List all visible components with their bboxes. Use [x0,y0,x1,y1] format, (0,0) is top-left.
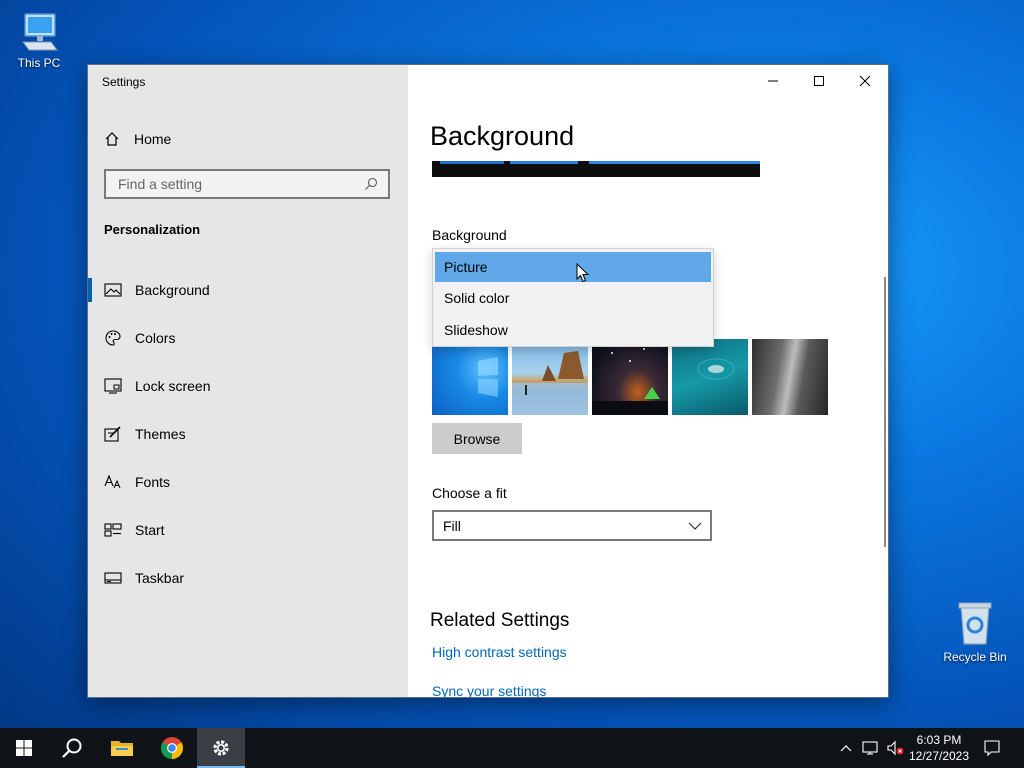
taskbar-chrome[interactable] [148,728,196,768]
related-settings-title: Related Settings [430,610,570,631]
nav-home[interactable]: Home [104,127,171,151]
taskbar-search-button[interactable] [48,728,96,768]
fit-dropdown[interactable]: Fill [432,510,712,541]
fonts-icon [104,473,122,491]
themes-brush-icon [104,425,122,443]
picture-thumbnail[interactable] [432,339,508,415]
chevron-up-icon [840,745,852,752]
taskbar: 6:03 PM 12/27/2023 [0,728,1024,768]
recent-pictures [432,339,828,415]
file-explorer-icon [111,741,133,756]
maximize-icon [814,76,824,86]
high-contrast-link[interactable]: High contrast settings [432,644,567,660]
taskbar-file-explorer[interactable] [98,728,146,768]
sidebar-item-label: Start [135,522,165,538]
sidebar-item-label: Themes [135,426,186,442]
settings-content: Background Background Picture Solid colo… [408,65,888,697]
sidebar-item-label: Colors [135,330,176,346]
sidebar-item-fonts[interactable]: Fonts [88,458,408,506]
minimize-button[interactable] [750,65,796,97]
clock-time: 6:03 PM [916,733,962,747]
start-button[interactable] [0,728,48,768]
scrollbar[interactable] [884,277,886,547]
window-controls [750,65,888,97]
find-setting-search[interactable] [104,169,390,199]
search-icon [62,738,82,758]
volume-muted-icon [887,740,904,756]
option-solid-color[interactable]: Solid color [433,282,713,314]
lock-screen-icon [104,377,122,395]
palette-icon [104,329,122,347]
sidebar-item-colors[interactable]: Colors [88,314,408,362]
recycle-bin-icon [958,602,992,645]
computer-icon [22,13,58,51]
desktop-icon-label: This PC [17,56,61,70]
show-hidden-icons[interactable] [836,728,856,768]
picture-thumbnail[interactable] [752,339,828,415]
network-icon [862,741,878,755]
background-dropdown-list[interactable]: Picture Solid color Slideshow [432,248,714,347]
notification-icon [984,740,1000,757]
action-center-button[interactable] [978,728,1006,768]
settings-icon [213,740,229,756]
picture-thumbnail[interactable] [592,339,668,415]
chrome-icon [161,737,183,759]
option-slideshow[interactable]: Slideshow [433,314,713,346]
taskbar-clock[interactable]: 6:03 PM 12/27/2023 [906,732,972,764]
sidebar-item-themes[interactable]: Themes [88,410,408,458]
background-preview [432,161,760,177]
network-tray[interactable] [860,728,882,768]
sidebar-item-start[interactable]: Start [88,506,408,554]
settings-sidebar: Settings Home Personalization Background [88,65,408,697]
sidebar-nav: Background Colors Lock screen Themes Fon… [88,266,408,602]
sidebar-item-label: Fonts [135,474,171,490]
home-icon [105,132,119,146]
minimize-icon [768,80,778,82]
start-icon [16,740,32,756]
sidebar-item-background[interactable]: Background [88,266,408,314]
close-button[interactable] [842,65,888,97]
maximize-button[interactable] [796,65,842,97]
sync-settings-link[interactable]: Sync your settings [432,683,546,697]
nav-home-label: Home [134,131,172,147]
fit-value: Fill [443,517,461,534]
desktop-icon-recycle-bin[interactable]: Recycle Bin [938,600,1012,664]
search-input[interactable] [116,175,364,193]
sidebar-item-label: Taskbar [135,570,185,586]
window-title: Settings [102,75,146,89]
picture-thumbnail[interactable] [672,339,748,415]
clock-date: 12/27/2023 [908,749,970,763]
close-icon [859,75,871,87]
start-grid-icon [104,521,122,539]
desktop-icon-this-pc[interactable]: This PC [2,10,76,70]
sidebar-item-taskbar[interactable]: Taskbar [88,554,408,602]
page-title: Background [430,121,575,151]
settings-window: Settings Home Personalization Background [88,65,888,697]
sidebar-item-label: Background [135,282,210,298]
option-picture[interactable]: Picture [435,252,711,282]
background-label: Background [432,227,507,243]
mouse-cursor-icon [576,263,590,283]
sidebar-item-label: Lock screen [135,378,211,394]
picture-thumbnail[interactable] [512,339,588,415]
section-title: Personalization [104,222,201,237]
desktop-icon-label: Recycle Bin [943,650,1007,664]
volume-tray[interactable] [884,728,906,768]
fit-label: Choose a fit [432,485,507,501]
browse-button[interactable]: Browse [432,423,522,454]
search-icon [365,177,378,190]
taskbar-icon [104,569,122,587]
chevron-down-icon [688,522,702,530]
sidebar-item-lock-screen[interactable]: Lock screen [88,362,408,410]
picture-icon [104,281,122,299]
taskbar-settings[interactable] [197,728,245,768]
